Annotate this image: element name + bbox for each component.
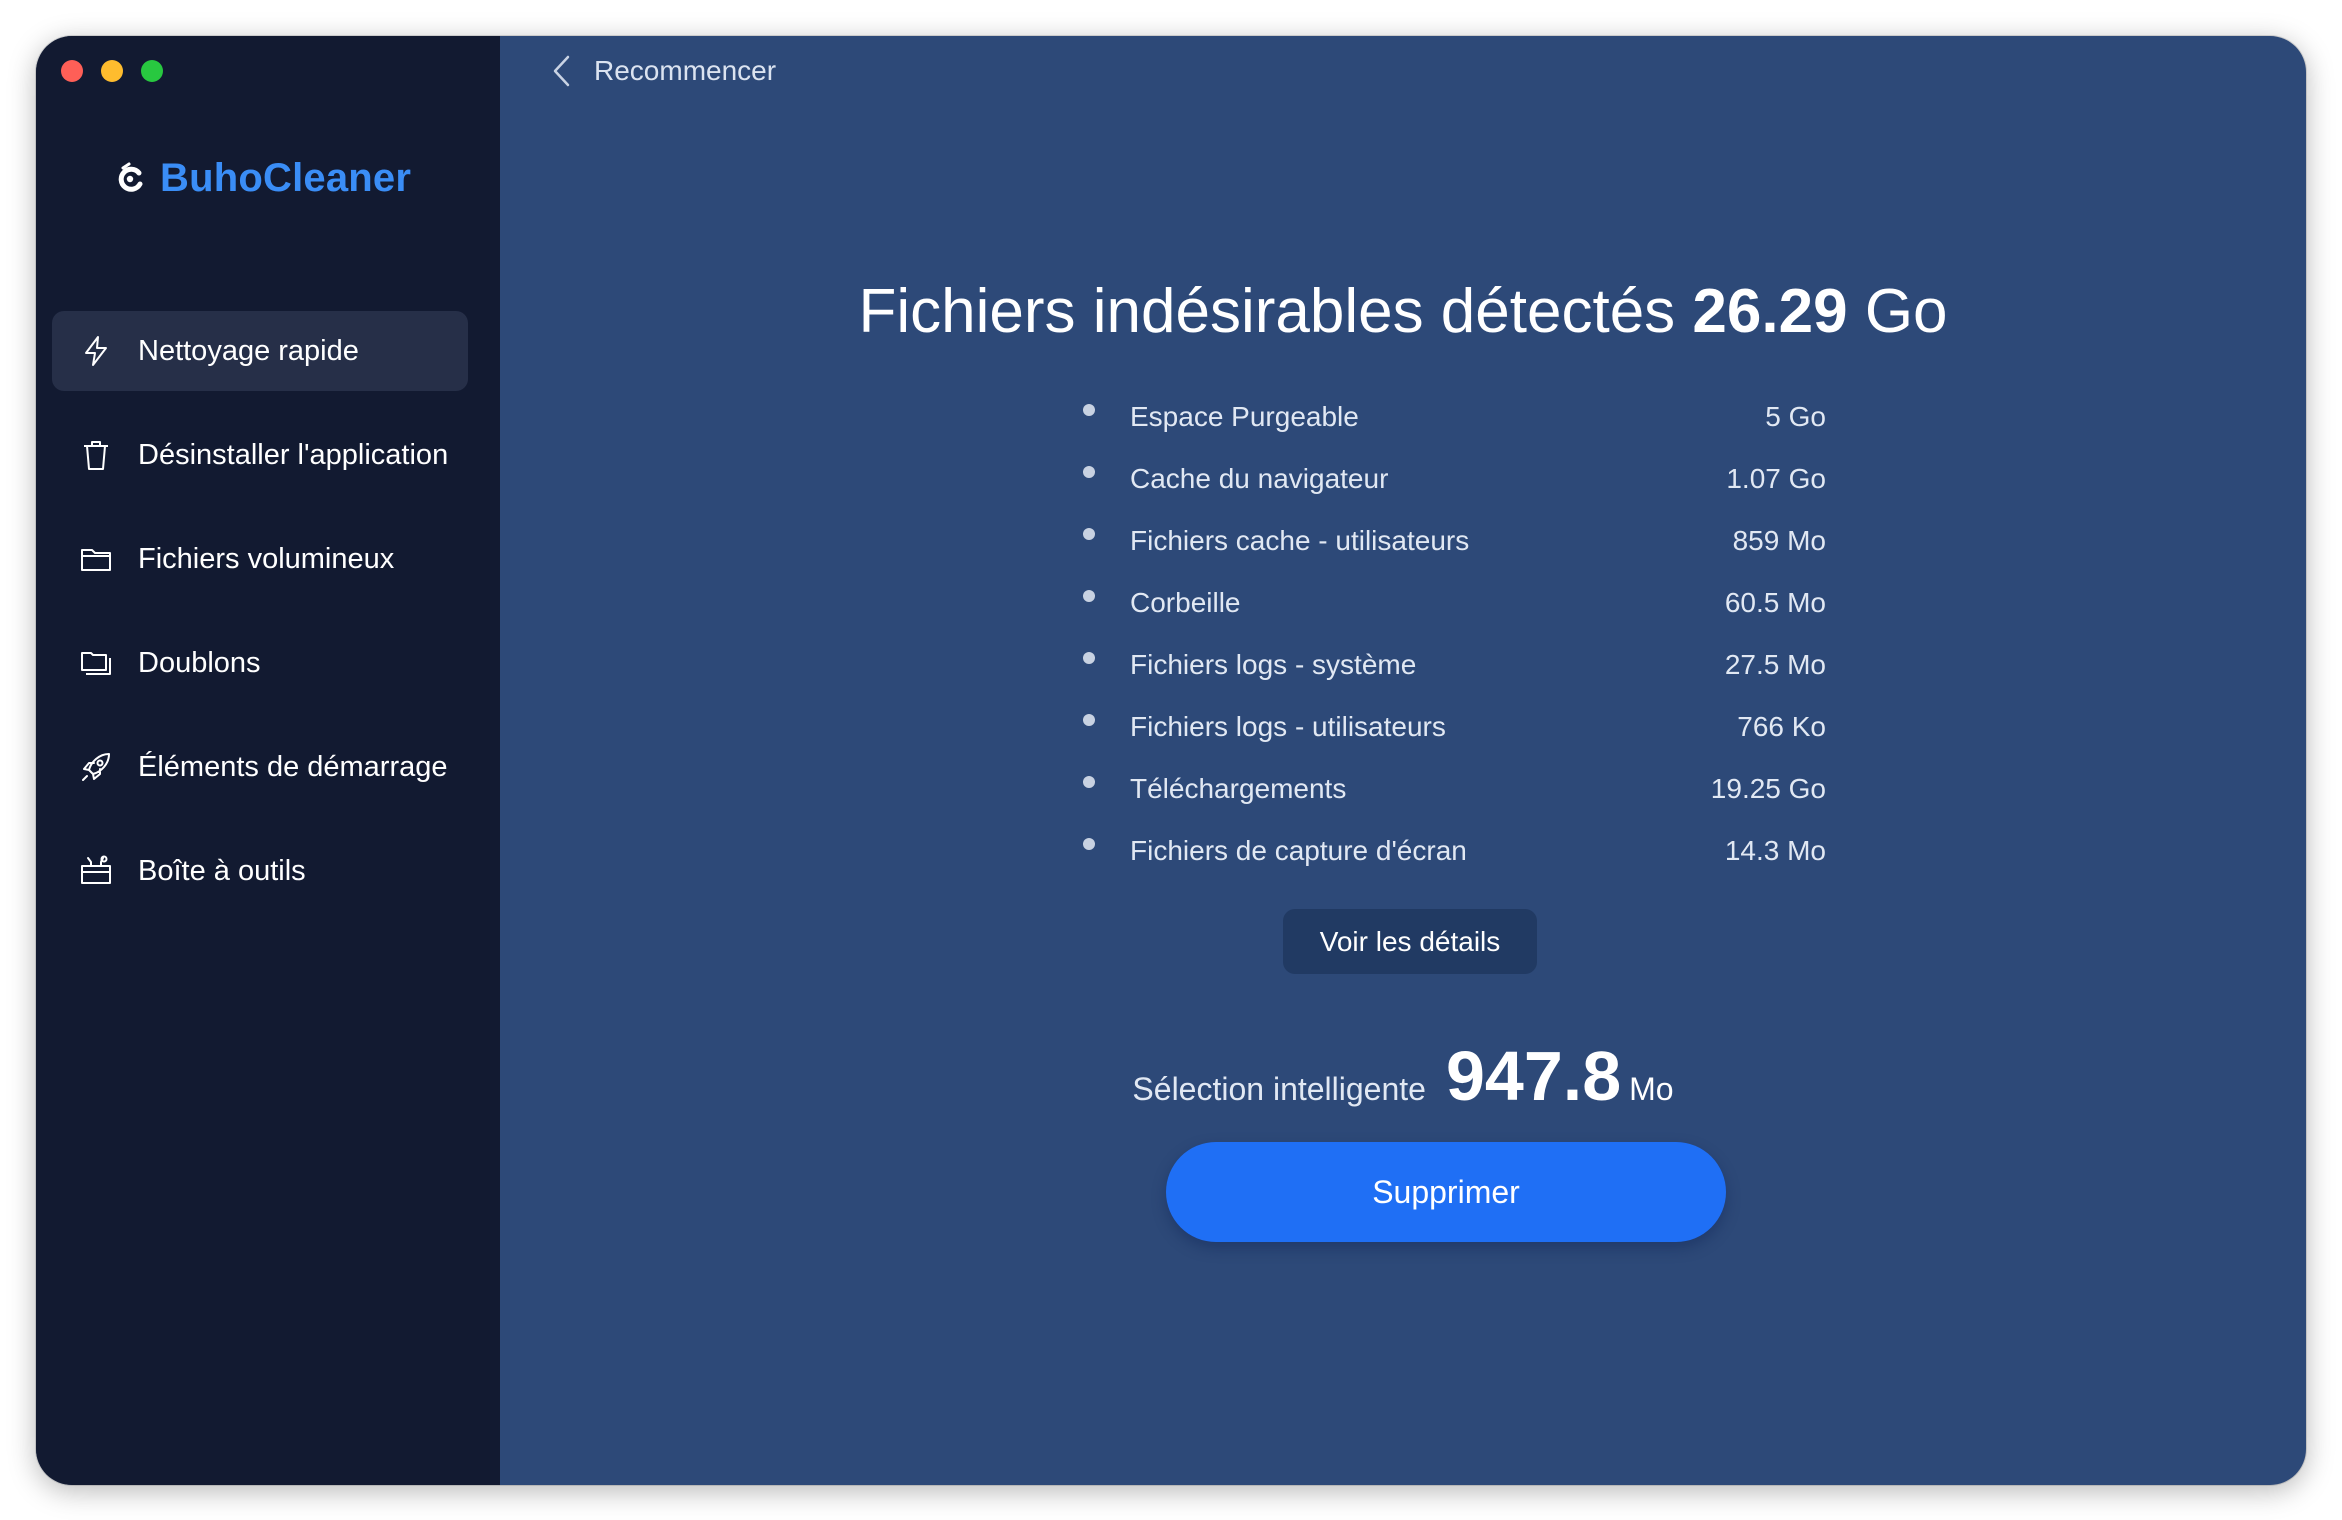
sidebar-item-doublons[interactable]: Doublons bbox=[52, 623, 468, 703]
main-panel: Recommencer Fichiers indésirables détect… bbox=[500, 36, 2306, 1485]
bullet-icon bbox=[1083, 528, 1095, 540]
chevron-left-icon bbox=[553, 55, 570, 87]
headline-amount: 26.29 bbox=[1692, 277, 1848, 346]
list-item: Espace Purgeable 5 Go bbox=[1083, 386, 1826, 448]
sidebar-item-boite-outils[interactable]: Boîte à outils bbox=[52, 831, 468, 911]
smart-selection-label: Sélection intelligente bbox=[1132, 1071, 1426, 1107]
headline-unit: Go bbox=[1864, 277, 1948, 346]
delete-button[interactable]: Supprimer bbox=[1166, 1142, 1726, 1242]
back-label: Recommencer bbox=[594, 55, 777, 86]
item-size: 766 Ko bbox=[1737, 711, 1826, 742]
list-item: Fichiers logs - système 27.5 Mo bbox=[1083, 634, 1826, 696]
sidebar-item-label: Éléments de démarrage bbox=[138, 750, 448, 783]
back-button[interactable]: Recommencer bbox=[550, 54, 776, 88]
lightning-icon bbox=[78, 333, 114, 369]
list-item: Fichiers logs - utilisateurs 766 Ko bbox=[1083, 696, 1826, 758]
bullet-icon bbox=[1083, 838, 1095, 850]
sidebar-item-label: Fichiers volumineux bbox=[138, 542, 395, 575]
smart-selection-value: 947.8 bbox=[1445, 1037, 1622, 1115]
item-name: Fichiers logs - utilisateurs bbox=[1130, 711, 1446, 742]
rocket-icon bbox=[78, 749, 114, 785]
app-window: BuhoCleaner Nettoyage rapide Désinstalle… bbox=[36, 36, 2306, 1485]
page-title: Fichiers indésirables détectés 26.29 Go bbox=[500, 276, 2306, 347]
sidebar-item-fichiers-volumineux[interactable]: Fichiers volumineux bbox=[52, 519, 468, 599]
trash-icon bbox=[78, 437, 114, 473]
view-details-button[interactable]: Voir les détails bbox=[1283, 909, 1537, 974]
bullet-icon bbox=[1083, 404, 1095, 416]
item-name: Cache du navigateur bbox=[1130, 463, 1389, 494]
app-name: BuhoCleaner bbox=[160, 156, 412, 200]
minimize-window-button[interactable] bbox=[101, 60, 123, 82]
sidebar-item-label: Boîte à outils bbox=[138, 854, 306, 887]
zoom-window-button[interactable] bbox=[141, 60, 163, 82]
list-item: Fichiers de capture d'écran 14.3 Mo bbox=[1083, 820, 1826, 882]
item-size: 19.25 Go bbox=[1710, 773, 1826, 804]
item-name: Espace Purgeable bbox=[1130, 401, 1359, 432]
window-controls bbox=[61, 60, 163, 82]
item-size: 1.07 Go bbox=[1726, 463, 1826, 494]
headline-prefix: Fichiers indésirables détectés bbox=[858, 277, 1676, 346]
item-size: 5 Go bbox=[1765, 401, 1826, 432]
sidebar-item-nettoyage-rapide[interactable]: Nettoyage rapide bbox=[52, 311, 468, 391]
item-size: 60.5 Mo bbox=[1724, 587, 1826, 618]
bullet-icon bbox=[1083, 652, 1095, 664]
toolbox-icon bbox=[78, 853, 114, 889]
sidebar-item-label: Nettoyage rapide bbox=[138, 334, 359, 367]
close-window-button[interactable] bbox=[61, 60, 83, 82]
bullet-icon bbox=[1083, 776, 1095, 788]
list-item: Téléchargements 19.25 Go bbox=[1083, 758, 1826, 820]
item-name: Fichiers de capture d'écran bbox=[1130, 835, 1467, 866]
item-name: Téléchargements bbox=[1130, 773, 1347, 804]
bullet-icon bbox=[1083, 714, 1095, 726]
buhocleaner-logo-icon bbox=[118, 162, 143, 192]
item-name: Fichiers cache - utilisateurs bbox=[1130, 525, 1470, 556]
folder-icon bbox=[78, 541, 114, 577]
sidebar-item-elements-demarrage[interactable]: Éléments de démarrage bbox=[52, 727, 468, 807]
app-logo: BuhoCleaner bbox=[114, 156, 411, 201]
duplicate-folder-icon bbox=[78, 645, 114, 681]
list-item: Corbeille 60.5 Mo bbox=[1083, 572, 1826, 634]
smart-selection-unit: Mo bbox=[1629, 1071, 1674, 1107]
bullet-icon bbox=[1083, 590, 1095, 602]
sidebar-item-label: Doublons bbox=[138, 646, 261, 679]
smart-selection: Sélection intelligente 947.8 Mo bbox=[500, 1036, 2306, 1116]
item-size: 14.3 Mo bbox=[1724, 835, 1826, 866]
item-size: 859 Mo bbox=[1732, 525, 1826, 556]
sidebar-nav: Nettoyage rapide Désinstaller l'applicat… bbox=[52, 311, 468, 935]
sidebar: BuhoCleaner Nettoyage rapide Désinstalle… bbox=[36, 36, 500, 1485]
item-size: 27.5 Mo bbox=[1724, 649, 1826, 680]
sidebar-item-desinstaller[interactable]: Désinstaller l'application bbox=[52, 415, 468, 495]
sidebar-item-label: Désinstaller l'application bbox=[138, 438, 449, 471]
bullet-icon bbox=[1083, 466, 1095, 478]
junk-items-list: Espace Purgeable 5 Go Cache du navigateu… bbox=[1083, 386, 1826, 882]
item-name: Corbeille bbox=[1130, 587, 1241, 618]
list-item: Fichiers cache - utilisateurs 859 Mo bbox=[1083, 510, 1826, 572]
list-item: Cache du navigateur 1.07 Go bbox=[1083, 448, 1826, 510]
item-name: Fichiers logs - système bbox=[1130, 649, 1417, 680]
